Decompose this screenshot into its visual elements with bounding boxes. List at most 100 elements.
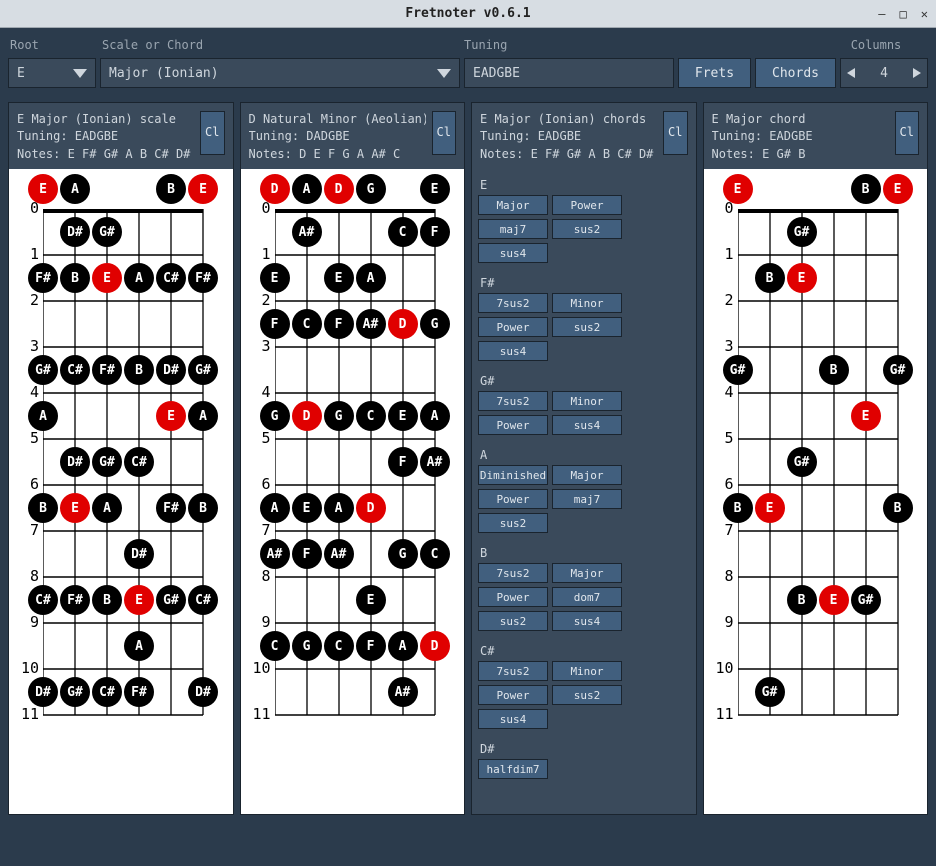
chord-chip[interactable]: dom7 <box>552 587 622 607</box>
fret-note: G <box>292 631 322 661</box>
chord-chip[interactable]: sus2 <box>552 317 622 337</box>
fret-note: E <box>92 263 122 293</box>
chord-chip[interactable]: Minor <box>552 661 622 681</box>
panel-close-button[interactable]: Cl <box>895 111 919 155</box>
panel-notes: Notes: D E F G A A# C <box>249 146 426 163</box>
fret-note: G <box>324 401 354 431</box>
fret-note: A <box>188 401 218 431</box>
chord-chip[interactable]: halfdim7 <box>478 759 548 779</box>
chord-chip[interactable]: 7sus2 <box>478 391 548 411</box>
panel-info: E Major chordTuning: EADGBENotes: E G# B <box>712 111 889 163</box>
close-icon[interactable]: ✕ <box>921 7 928 21</box>
chord-chip[interactable]: sus4 <box>478 243 548 263</box>
tuning-input[interactable] <box>464 58 674 88</box>
fret-note: G# <box>883 355 913 385</box>
fret-note: B <box>188 493 218 523</box>
panel-title: E Major (Ionian) scale <box>17 111 194 128</box>
panel-close-button[interactable]: Cl <box>200 111 224 155</box>
chord-chip[interactable]: sus2 <box>552 685 622 705</box>
fret-note: A <box>356 263 386 293</box>
chord-chip[interactable]: Power <box>478 489 548 509</box>
chord-chip[interactable]: 7sus2 <box>478 563 548 583</box>
fret-note: B <box>819 355 849 385</box>
chord-chip[interactable]: sus2 <box>478 513 548 533</box>
chord-chip[interactable]: Power <box>478 415 548 435</box>
fret-note: B <box>28 493 58 523</box>
chord-chip[interactable]: Minor <box>552 293 622 313</box>
chord-chip[interactable]: Diminished <box>478 465 548 485</box>
fret-note: F# <box>156 493 186 523</box>
chord-chip[interactable]: maj7 <box>552 489 622 509</box>
fret-note: A <box>420 401 450 431</box>
chord-root-label: A <box>478 445 690 465</box>
fret-note: G# <box>28 355 58 385</box>
fret-note: E <box>60 493 90 523</box>
fret-note: A <box>92 493 122 523</box>
panel-info: D Natural Minor (Aeolian) sTuning: DADGB… <box>249 111 426 163</box>
panel-info: E Major (Ionian) chordsTuning: EADGBENot… <box>480 111 657 163</box>
fret-note: A <box>124 631 154 661</box>
minimize-icon[interactable]: – <box>878 7 885 21</box>
label-columns: Columns <box>826 38 926 52</box>
fret-note: C <box>356 401 386 431</box>
fret-note: E <box>356 585 386 615</box>
chord-chip[interactable]: Power <box>552 195 622 215</box>
chord-chip[interactable]: Power <box>478 317 548 337</box>
fret-note: G# <box>60 677 90 707</box>
scale-select[interactable]: Major (Ionian) <box>100 58 460 88</box>
fret-note: G# <box>156 585 186 615</box>
panels: E Major (Ionian) scale Tuning: EADGBE Note… <box>0 94 936 823</box>
panel-close-button[interactable]: Cl <box>663 111 687 155</box>
fret-note: F <box>292 539 322 569</box>
panel-close-button[interactable]: Cl <box>432 111 456 155</box>
panel-title: E Major chord <box>712 111 889 128</box>
frets-button[interactable]: Frets <box>678 58 751 88</box>
chord-chip[interactable]: maj7 <box>478 219 548 239</box>
chord-chip[interactable]: Power <box>478 587 548 607</box>
chord-chip[interactable]: Power <box>478 685 548 705</box>
fret-note: A# <box>420 447 450 477</box>
fret-note: G# <box>188 355 218 385</box>
fret-note: E <box>28 174 58 204</box>
chord-chip[interactable]: sus4 <box>478 341 548 361</box>
fret-note: B <box>851 174 881 204</box>
fret-note: B <box>124 355 154 385</box>
window-title: Fretnoter v0.6.1 <box>405 6 530 21</box>
root-select[interactable]: E <box>8 58 96 88</box>
fret-note: A# <box>356 309 386 339</box>
columns-increment[interactable] <box>907 59 927 87</box>
chord-chip[interactable]: sus4 <box>478 709 548 729</box>
chord-chip[interactable]: Major <box>552 465 622 485</box>
label-tuning: Tuning <box>464 38 826 52</box>
fret-note: C# <box>188 585 218 615</box>
chord-chip[interactable]: Major <box>552 563 622 583</box>
chords-button[interactable]: Chords <box>755 58 836 88</box>
fret-note: C <box>260 631 290 661</box>
panel: E Major (Ionian) chordsTuning: EADGBENot… <box>471 102 697 815</box>
fret-note: C# <box>124 447 154 477</box>
columns-decrement[interactable] <box>841 59 861 87</box>
panel-body: 01234567891011EBEG#BEG#BG#EG#BEBBEG#G# <box>704 169 928 814</box>
fret-note: G <box>260 401 290 431</box>
panel-tuning: Tuning: EADGBE <box>712 128 889 145</box>
chord-chip[interactable]: Major <box>478 195 548 215</box>
fret-note: B <box>723 493 753 523</box>
chord-chip[interactable]: 7sus2 <box>478 661 548 681</box>
fret-note: C# <box>28 585 58 615</box>
chord-chip[interactable]: sus2 <box>478 611 548 631</box>
fret-note: E <box>420 174 450 204</box>
maximize-icon[interactable]: □ <box>900 7 907 21</box>
fret-note: C# <box>92 677 122 707</box>
chord-chip[interactable]: sus4 <box>552 415 622 435</box>
chord-chip[interactable]: 7sus2 <box>478 293 548 313</box>
panel-body: 01234567891011DADGEA#CFEEAFCFA#DGGDGCEAF… <box>241 169 465 814</box>
chord-chip[interactable]: Minor <box>552 391 622 411</box>
fret-note: E <box>851 401 881 431</box>
fret-note: E <box>292 493 322 523</box>
chord-chip[interactable]: sus2 <box>552 219 622 239</box>
fret-note: E <box>124 585 154 615</box>
chord-chip[interactable]: sus4 <box>552 611 622 631</box>
fret-note: F <box>324 309 354 339</box>
fret-note: A <box>388 631 418 661</box>
fret-note: A# <box>324 539 354 569</box>
